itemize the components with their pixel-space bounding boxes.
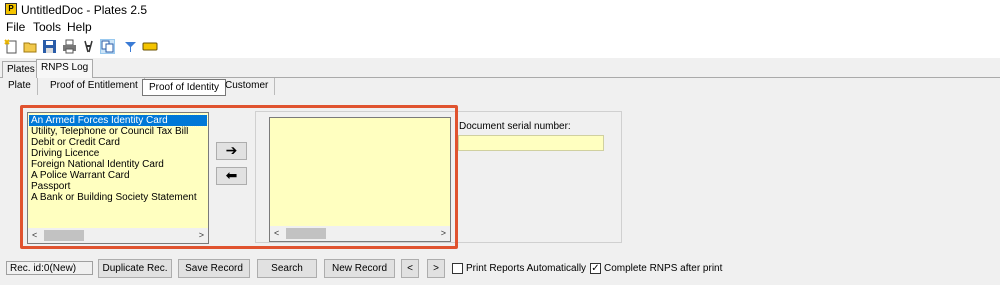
- copy-icon[interactable]: [100, 39, 115, 54]
- app-icon: P: [5, 3, 17, 15]
- menu-help[interactable]: Help: [67, 20, 92, 34]
- duplicate-record-button[interactable]: Duplicate Rec.: [98, 259, 172, 278]
- open-icon[interactable]: [23, 39, 38, 54]
- document-serial-input[interactable]: [458, 135, 604, 151]
- menu-tools[interactable]: Tools: [33, 20, 61, 34]
- document-serial-label: Document serial number:: [459, 121, 571, 132]
- subtab-proof-of-identity[interactable]: Proof of Identity: [142, 79, 227, 96]
- search-button[interactable]: Search: [257, 259, 317, 278]
- complete-rnps-checkbox[interactable]: ✓: [590, 263, 601, 274]
- title-bar: [0, 0, 1000, 18]
- print-auto-label: Print Reports Automatically: [466, 263, 587, 274]
- window-title: UntitledDoc - Plates 2.5: [21, 3, 148, 17]
- tab-plates[interactable]: Plates: [2, 61, 40, 78]
- complete-rnps-label: Complete RNPS after print: [604, 263, 723, 274]
- subtab-customer[interactable]: Customer: [219, 78, 276, 95]
- menu-bar: [0, 18, 1000, 36]
- new-record-button[interactable]: New Record: [324, 259, 395, 278]
- highlight-frame: [20, 105, 458, 249]
- menu-file[interactable]: File: [6, 20, 25, 34]
- new-icon[interactable]: [4, 39, 19, 54]
- print-auto-checkbox[interactable]: [452, 263, 463, 274]
- save-record-button[interactable]: Save Record: [178, 259, 250, 278]
- next-record-button[interactable]: >: [427, 259, 445, 278]
- subtab-proof-of-entitlement[interactable]: Proof of Entitlement: [44, 78, 145, 95]
- previous-record-button[interactable]: <: [401, 259, 419, 278]
- print-icon[interactable]: [62, 39, 77, 54]
- scissors-icon[interactable]: [81, 39, 96, 54]
- label-icon[interactable]: [142, 39, 158, 54]
- record-id-status: Rec. id:0(New): [6, 261, 93, 275]
- filter-icon[interactable]: [123, 39, 138, 54]
- tab-rnps-log[interactable]: RNPS Log: [36, 59, 94, 78]
- main-tabs-divider: [0, 77, 1000, 78]
- subtab-plate[interactable]: Plate: [2, 78, 38, 95]
- save-icon[interactable]: [42, 39, 57, 54]
